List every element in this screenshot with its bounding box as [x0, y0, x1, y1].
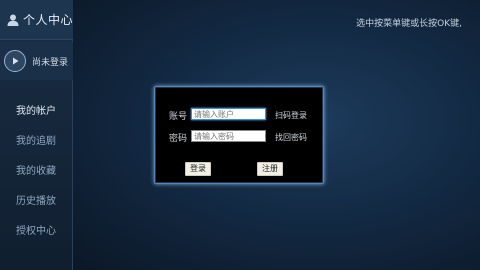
sidebar-item-label: 我的帐户: [16, 105, 56, 117]
sidebar-item-favorites[interactable]: 我的收藏: [0, 154, 73, 184]
page-title: 个人中心: [23, 13, 74, 27]
scan-login-link[interactable]: 扫码登录: [275, 110, 307, 121]
play-icon: [13, 57, 19, 65]
sidebar-item-label: 我的追剧: [16, 135, 56, 147]
login-dialog: 账号 扫码登录 密码 找回密码 登录 注册: [154, 86, 324, 184]
account-label: 账号: [169, 112, 188, 122]
login-status: 尚未登录: [32, 57, 69, 68]
avatar: [4, 50, 26, 72]
sidebar-menu: 我的帐户 我的追剧 我的收藏 历史播放 授权中心: [0, 94, 73, 244]
user-icon: [7, 14, 19, 26]
sidebar-item-label: 我的收藏: [16, 165, 56, 177]
account-input[interactable]: [191, 108, 266, 120]
register-button[interactable]: 注册: [257, 162, 283, 176]
recover-password-link[interactable]: 找回密码: [275, 132, 307, 143]
sidebar-item-label: 授权中心: [16, 225, 56, 237]
sidebar-item-authorization[interactable]: 授权中心: [0, 214, 73, 244]
password-label: 密码: [169, 134, 188, 144]
user-login-row[interactable]: 尚未登录: [0, 42, 73, 80]
menu-hint: 选中按菜单键或长按OK键,: [356, 19, 462, 29]
sidebar-item-my-series[interactable]: 我的追剧: [0, 124, 73, 154]
password-input[interactable]: [191, 130, 266, 142]
sidebar-item-history[interactable]: 历史播放: [0, 184, 73, 214]
login-button[interactable]: 登录: [185, 162, 211, 176]
sidebar-item-my-account[interactable]: 我的帐户: [0, 94, 73, 124]
sidebar: 个人中心 尚未登录 我的帐户 我的追剧 我的收藏 历史播放 授权中心: [0, 0, 73, 270]
sidebar-header: 个人中心: [0, 0, 73, 40]
sidebar-item-label: 历史播放: [16, 195, 56, 207]
